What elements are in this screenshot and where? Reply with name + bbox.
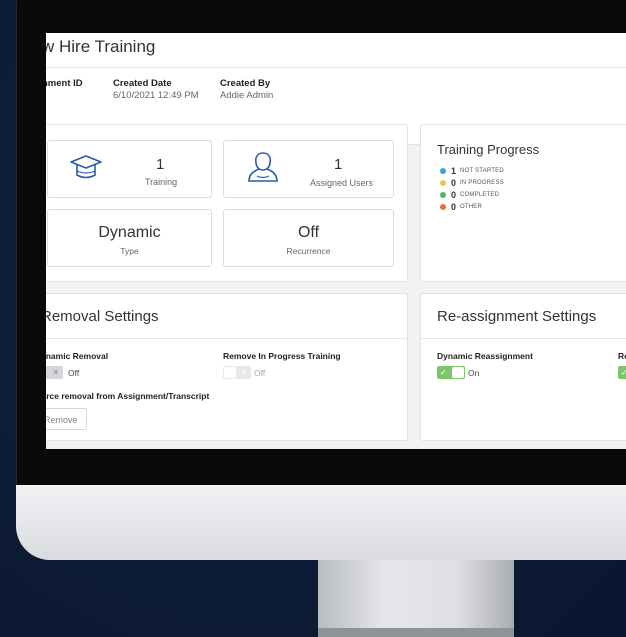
type-stat: Dynamic Type bbox=[47, 209, 212, 267]
recurrence-value: Off bbox=[297, 224, 320, 241]
assigned-users-stat[interactable]: 1 Assigned Users bbox=[223, 140, 394, 198]
dynamic-reassignment-state: On bbox=[468, 368, 480, 378]
created-by-value: Addie Admin bbox=[220, 90, 274, 101]
toggle-x-icon: ✕ bbox=[240, 368, 247, 377]
reassignment-settings-card: Re-assignment Settings Dynamic Reassignm… bbox=[420, 293, 626, 441]
training-progress-title: Training Progress bbox=[437, 142, 540, 157]
legend-completed: 0 Completed bbox=[440, 189, 504, 201]
not-started-count: 1 bbox=[451, 166, 457, 176]
created-date-value: 6/10/2021 12:49 PM bbox=[113, 90, 199, 101]
removal-divider bbox=[46, 338, 407, 339]
training-count: 1 bbox=[156, 156, 165, 173]
dynamic-removal-label: ynamic Removal bbox=[46, 351, 109, 361]
toggle-knob bbox=[452, 367, 464, 378]
toggle-x-icon: ✕ bbox=[52, 368, 59, 377]
not-started-dot bbox=[440, 168, 446, 174]
summary-card: 1 Training 1 Assigned Users Dynamic Type bbox=[46, 124, 408, 282]
monitor-stand-base bbox=[318, 628, 514, 637]
legend-not-started: 1 Not started bbox=[440, 165, 504, 177]
toggle-knob bbox=[224, 367, 236, 378]
monitor-stand bbox=[318, 560, 514, 637]
reassignment-settings-title: Re-assignment Settings bbox=[437, 308, 597, 325]
completed-dot bbox=[440, 192, 446, 198]
not-started-label: Not started bbox=[460, 168, 504, 174]
remove-in-progress-toggle[interactable]: ✕ bbox=[223, 366, 251, 379]
title-bar: w Hire Training bbox=[46, 33, 626, 68]
screen: w Hire Training nment ID Created Date 6/… bbox=[46, 33, 626, 449]
dynamic-removal-state: Off bbox=[68, 368, 80, 378]
in-progress-label: In progress bbox=[460, 180, 504, 186]
assigned-users-label: Assigned Users bbox=[310, 178, 374, 188]
dynamic-reassignment-toggle[interactable]: ✓ bbox=[437, 366, 465, 379]
completed-count: 0 bbox=[451, 190, 457, 200]
removal-settings-title: Removal Settings bbox=[46, 308, 159, 325]
type-label: Type bbox=[120, 246, 139, 256]
created-by-field: Created By Addie Admin bbox=[220, 78, 273, 101]
page-title: w Hire Training bbox=[46, 37, 156, 56]
other-dot bbox=[440, 204, 446, 210]
training-label: Training bbox=[145, 177, 178, 187]
created-date-label: Created Date bbox=[113, 78, 172, 89]
reassignment-second-toggle[interactable]: ✓ bbox=[618, 366, 626, 379]
remove-in-progress-label: Remove In Progress Training bbox=[223, 351, 341, 361]
other-label: Other bbox=[460, 204, 483, 210]
created-date-field: Created Date 6/10/2021 12:49 PM bbox=[113, 78, 199, 101]
graduation-cap-icon bbox=[68, 153, 104, 188]
stage: w Hire Training nment ID Created Date 6/… bbox=[0, 0, 626, 637]
recurrence-label: Recurrence bbox=[286, 246, 331, 256]
dynamic-reassignment-label: Dynamic Reassignment bbox=[437, 351, 533, 361]
force-removal-label: orce removal from Assignment/Transcript bbox=[46, 391, 210, 401]
reassignment-second-label: Re bbox=[618, 351, 626, 361]
in-progress-dot bbox=[440, 180, 446, 186]
in-progress-count: 0 bbox=[451, 178, 457, 188]
dynamic-removal-toggle[interactable]: ✕ bbox=[46, 366, 63, 379]
completed-label: Completed bbox=[460, 192, 500, 198]
reassignment-divider bbox=[421, 338, 626, 339]
legend-in-progress: 0 In progress bbox=[440, 177, 504, 189]
other-count: 0 bbox=[451, 202, 457, 212]
progress-legend: 1 Not started 0 In progress 0 Completed … bbox=[440, 165, 504, 213]
type-value: Dynamic bbox=[98, 224, 161, 241]
toggle-check-icon: ✓ bbox=[621, 368, 626, 377]
remove-button[interactable]: Remove bbox=[46, 408, 87, 430]
toggle-check-icon: ✓ bbox=[440, 368, 447, 377]
removal-settings-card: Removal Settings ynamic Removal ✕ Off Re… bbox=[46, 293, 408, 441]
training-stat[interactable]: 1 Training bbox=[47, 140, 212, 198]
monitor-chin bbox=[16, 485, 626, 560]
remove-in-progress-state: Off bbox=[254, 368, 266, 378]
recurrence-stat: Off Recurrence bbox=[223, 209, 394, 267]
assignment-id-field: nment ID bbox=[46, 78, 83, 89]
legend-other: 0 Other bbox=[440, 201, 504, 213]
created-by-label: Created By bbox=[220, 78, 271, 89]
assigned-users-count: 1 bbox=[334, 156, 343, 173]
assignment-id-label: nment ID bbox=[46, 78, 83, 89]
training-progress-card: Training Progress 1 Not started 0 In pro… bbox=[420, 124, 626, 282]
user-icon bbox=[246, 150, 280, 191]
